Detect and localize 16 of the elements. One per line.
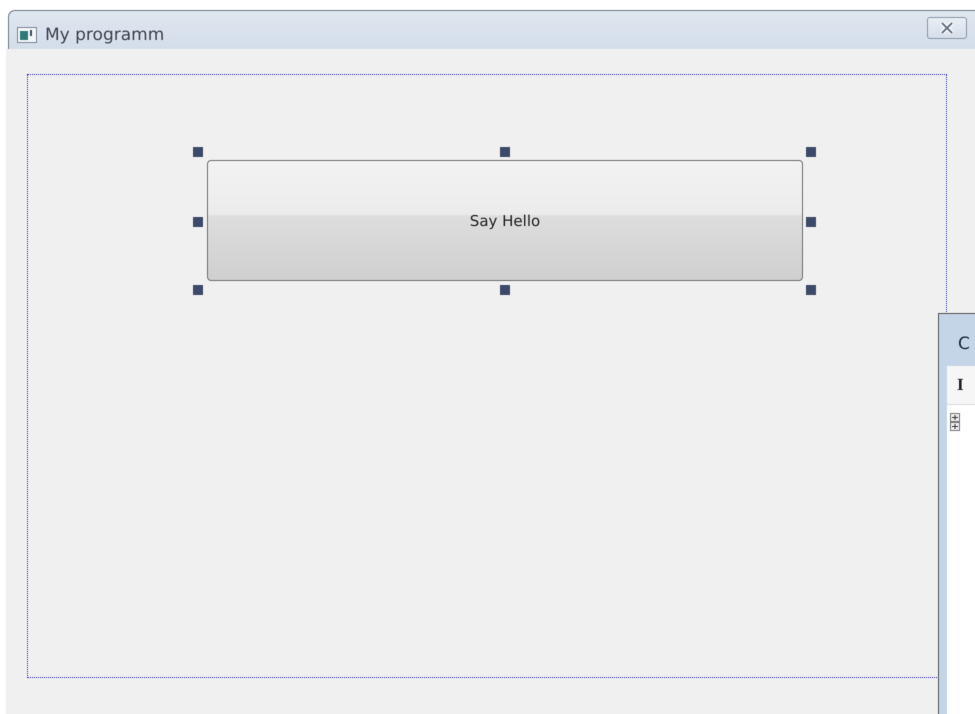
window-icon — [17, 27, 37, 43]
expand-icons[interactable] — [950, 413, 960, 431]
close-icon — [938, 22, 956, 34]
resize-handle[interactable] — [500, 285, 510, 295]
resize-handle[interactable] — [193, 285, 203, 295]
window-title: My programm — [45, 25, 164, 45]
resize-handle[interactable] — [806, 285, 816, 295]
panel-header: I — [957, 375, 964, 395]
resize-handle[interactable] — [806, 147, 816, 157]
say-hello-button[interactable]: Say Hello — [207, 160, 803, 281]
resize-handle[interactable] — [500, 147, 510, 157]
close-button[interactable] — [927, 17, 967, 39]
resize-handle[interactable] — [193, 147, 203, 157]
resize-handle[interactable] — [806, 217, 816, 227]
resize-handle[interactable] — [193, 217, 203, 227]
panel-title: C — [958, 334, 970, 354]
